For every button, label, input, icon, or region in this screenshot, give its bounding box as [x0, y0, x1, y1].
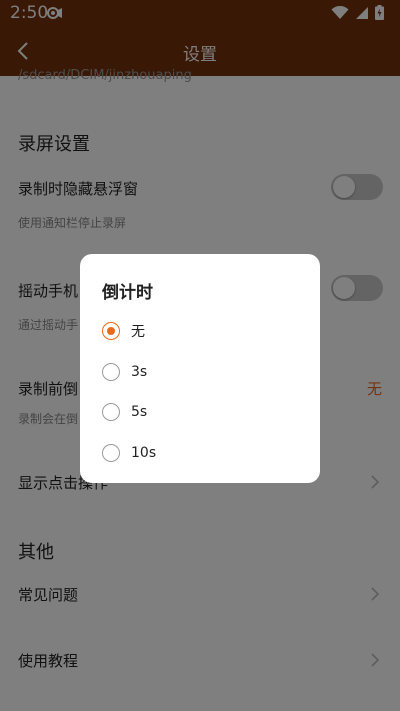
option-label: 5s	[131, 404, 148, 420]
countdown-option-none[interactable]: 无	[102, 316, 302, 346]
countdown-option-5s[interactable]: 5s	[102, 397, 302, 427]
radio-selected-icon[interactable]	[102, 322, 120, 340]
countdown-dialog: 倒计时 无 3s 5s 10s	[80, 254, 320, 483]
option-label: 3s	[131, 364, 148, 380]
radio-unselected-icon[interactable]	[102, 444, 120, 462]
option-label: 10s	[131, 445, 157, 461]
countdown-option-3s[interactable]: 3s	[102, 357, 302, 387]
radio-unselected-icon[interactable]	[102, 403, 120, 421]
radio-unselected-icon[interactable]	[102, 363, 120, 381]
countdown-option-10s[interactable]: 10s	[102, 438, 302, 468]
option-label: 无	[131, 324, 145, 340]
dialog-title: 倒计时	[102, 283, 153, 303]
